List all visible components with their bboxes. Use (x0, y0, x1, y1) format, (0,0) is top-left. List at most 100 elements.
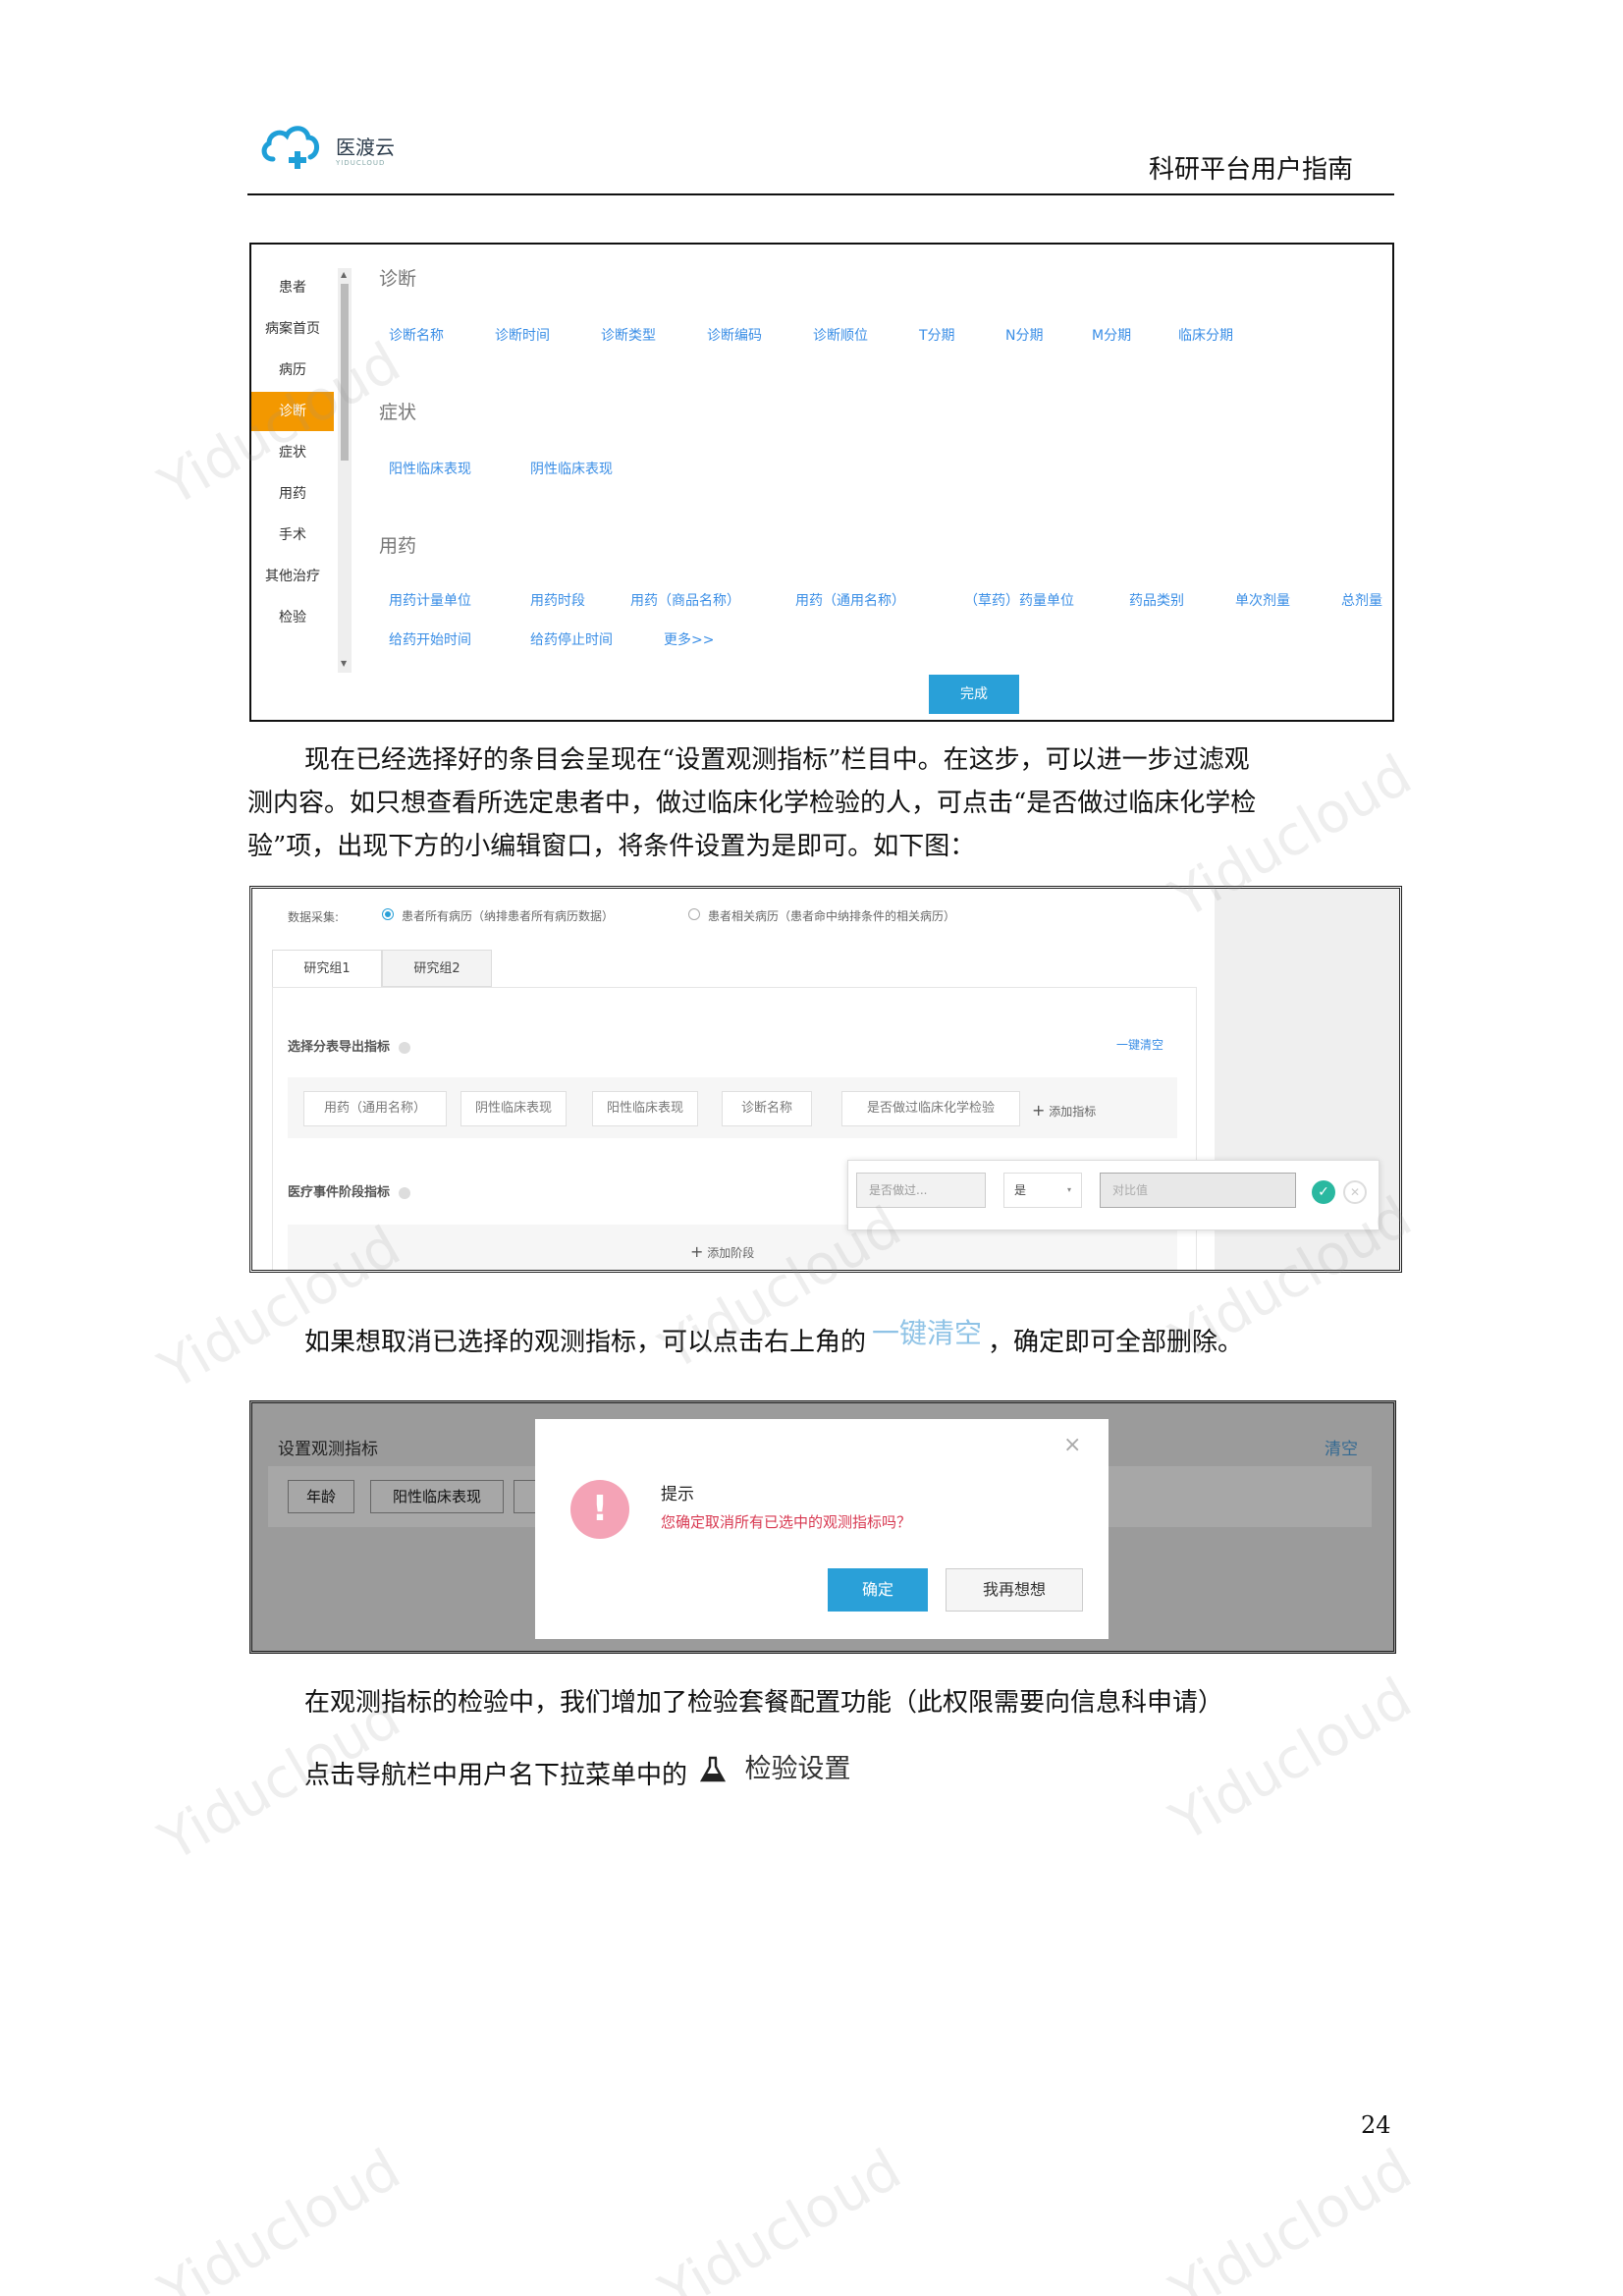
paragraph-line: 在观测指标的检验中，我们增加了检验套餐配置功能（此权限需要向信息科申请） (304, 1688, 1224, 1718)
logo-subtitle: YIDUCLOUD (336, 159, 386, 167)
panel-clear-link[interactable]: 清空 (1325, 1435, 1358, 1459)
link-drug-category[interactable]: 药品类别 (1129, 590, 1184, 610)
chip-med-generic[interactable]: 用药（通用名称） (303, 1091, 447, 1126)
paragraph-text-before: 如果想取消已选择的观测指标，可以点击右上角的 (304, 1328, 867, 1357)
section-title: 医疗事件阶段指标 (288, 1185, 391, 1200)
chip-positive-signs[interactable]: 阳性临床表现 (592, 1091, 698, 1126)
link-admin-stop-time[interactable]: 给药停止时间 (530, 629, 613, 649)
condition-editor-popup: 是否做过... 是 ▾ 对比值 ✓ ✕ (847, 1160, 1380, 1230)
chip-age[interactable]: 年龄 (288, 1480, 354, 1513)
cancel-button[interactable]: 我再想想 (946, 1568, 1083, 1612)
section-title-symptom: 症状 (379, 402, 417, 423)
link-clinical-stage[interactable]: 临床分期 (1178, 325, 1233, 345)
link-med-generic-name[interactable]: 用药（通用名称） (795, 590, 905, 610)
cancel-x-icon[interactable]: ✕ (1343, 1180, 1367, 1204)
link-med-period[interactable]: 用药时段 (530, 590, 585, 610)
document-title: 科研平台用户指南 (1149, 155, 1354, 185)
scrollbar-thumb[interactable] (341, 284, 349, 461)
dialog-message: 您确定取消所有已选中的观测指标吗？ (661, 1513, 912, 1531)
radio-related-records-label: 患者相关病历（患者命中纳排条件的相关病历） (708, 909, 956, 923)
radio-all-records-label: 患者所有病历（纳排患者所有病历数据） (402, 909, 615, 923)
link-diagnosis-time[interactable]: 诊断时间 (495, 325, 550, 345)
data-collection-label: 数据采集: (288, 910, 340, 924)
scroll-up-icon[interactable]: ▲ (341, 270, 347, 279)
sidebar-item-patient[interactable]: 患者 (251, 268, 334, 307)
radio-related-records[interactable] (688, 908, 700, 920)
link-negative-signs[interactable]: 阴性临床表现 (530, 459, 613, 478)
link-t-stage[interactable]: T分期 (919, 325, 955, 345)
sidebar-item-diagnosis[interactable]: 诊断 (251, 392, 334, 431)
add-indicator-button[interactable]: + 添加指标 (1032, 1101, 1096, 1120)
screenshot-indicator-picker: 患者 病案首页 病历 诊断 症状 用药 手术 其他治疗 检验 ▲ ▼ 诊断 诊断… (249, 243, 1394, 722)
link-diagnosis-name[interactable]: 诊断名称 (389, 325, 444, 345)
done-button[interactable]: 完成 (929, 675, 1019, 714)
screenshot-indicator-settings: 数据采集: 患者所有病历（纳排患者所有病历数据） 患者相关病历（患者命中纳排条件… (249, 886, 1402, 1273)
sidebar-item-case-front[interactable]: 病案首页 (251, 309, 334, 349)
help-icon[interactable] (398, 1186, 410, 1199)
tab-group-1[interactable]: 研究组1 (272, 950, 382, 987)
paragraph-line: 验”项，出现下方的小编辑窗口，将条件设置为是即可。如下图： (247, 832, 976, 861)
confirm-check-icon[interactable]: ✓ (1312, 1180, 1335, 1204)
confirm-button[interactable]: 确定 (828, 1568, 928, 1612)
link-diagnosis-order[interactable]: 诊断顺位 (813, 325, 868, 345)
header-rule (247, 193, 1394, 195)
flask-icon (699, 1755, 727, 1798)
section-event-stage: 医疗事件阶段指标 (288, 1181, 410, 1200)
watermark: Yiducloud (1160, 2137, 1423, 2296)
chip-positive-signs[interactable]: 阳性临床表现 (370, 1480, 504, 1513)
editor-field-box[interactable]: 是否做过... (856, 1173, 986, 1208)
radio-all-records[interactable] (382, 908, 394, 920)
link-total-dose[interactable]: 总剂量 (1341, 590, 1382, 610)
paragraph-filter-intro: 现在已经选择好的条目会呈现在“设置观测指标”栏目中。在这步，可以进一步过滤观 测… (247, 738, 1398, 868)
help-icon[interactable] (398, 1041, 410, 1054)
dialog-title: 提示 (661, 1485, 694, 1504)
link-single-dose[interactable]: 单次剂量 (1235, 590, 1290, 610)
watermark: Yiducloud (649, 2137, 912, 2296)
watermark: Yiducloud (148, 2137, 411, 2296)
sidebar-item-symptom[interactable]: 症状 (251, 433, 334, 472)
link-herb-dose-unit[interactable]: （草药）药量单位 (964, 590, 1074, 610)
sidebar-scrollbar[interactable]: ▲ ▼ (338, 268, 352, 673)
sidebar-item-medication[interactable]: 用药 (251, 474, 334, 514)
chip-diagnosis-name[interactable]: 诊断名称 (722, 1091, 812, 1126)
editor-compare-input[interactable]: 对比值 (1100, 1173, 1296, 1208)
paragraph-text-after: ，确定即可全部删除。 (988, 1328, 1244, 1357)
chip-negative-signs[interactable]: 阴性临床表现 (460, 1091, 567, 1126)
plus-icon: + (1032, 1101, 1046, 1120)
link-diagnosis-code[interactable]: 诊断编码 (707, 325, 762, 345)
sidebar-item-record[interactable]: 病历 (251, 351, 334, 390)
link-n-stage[interactable]: N分期 (1005, 325, 1043, 345)
link-admin-start-time[interactable]: 给药开始时间 (389, 629, 471, 649)
link-dose-unit[interactable]: 用药计量单位 (389, 590, 471, 610)
logo-name: 医渡云 (336, 136, 395, 159)
paragraph-line: 测内容。如只想查看所选定患者中，做过临床化学检验的人，可点击“是否做过临床化学检 (247, 789, 1257, 818)
sidebar-item-lab[interactable]: 检验 (251, 598, 334, 637)
plus-icon: + (690, 1242, 704, 1261)
paragraph-clear-all: 如果想取消已选择的观测指标，可以点击右上角的 一键清空 ，确定即可全部删除。 (304, 1317, 1244, 1364)
paragraph-line: 现在已经选择好的条目会呈现在“设置观测指标”栏目中。在这步，可以进一步过滤观 (304, 745, 1250, 775)
link-med-brand-name[interactable]: 用药（商品名称） (630, 590, 740, 610)
sidebar-item-other-therapy[interactable]: 其他治疗 (251, 557, 334, 596)
add-stage-button[interactable]: + 添加阶段 (690, 1242, 754, 1261)
inline-menu-item: 检验设置 (744, 1754, 851, 1784)
category-sidebar: 患者 病案首页 病历 诊断 症状 用药 手术 其他治疗 检验 ▲ ▼ (251, 245, 357, 673)
link-more[interactable]: 更多>> (664, 629, 714, 649)
section-title-diagnosis: 诊断 (379, 268, 417, 290)
section-title-medication: 用药 (379, 535, 417, 557)
tab-group-2[interactable]: 研究组2 (382, 950, 492, 987)
dialog-close-icon[interactable]: × (1063, 1433, 1081, 1457)
sidebar-item-surgery[interactable]: 手术 (251, 516, 334, 555)
paragraph-lab-config: 在观测指标的检验中，我们增加了检验套餐配置功能（此权限需要向信息科申请） 点击导… (304, 1681, 1223, 1798)
link-m-stage[interactable]: M分期 (1092, 325, 1131, 345)
scroll-down-icon[interactable]: ▼ (341, 659, 347, 668)
caret-down-icon: ▾ (1066, 1185, 1071, 1194)
cloud-logo-icon (261, 126, 319, 169)
section-title: 选择分表导出指标 (288, 1040, 391, 1055)
link-positive-signs[interactable]: 阳性临床表现 (389, 459, 471, 478)
section-export-indicators: 选择分表导出指标 (288, 1036, 410, 1055)
editor-value-select[interactable]: 是 ▾ (1003, 1173, 1082, 1208)
panel-title: 设置观测指标 (278, 1440, 378, 1459)
clear-all-link[interactable]: 一键清空 (1116, 1036, 1163, 1053)
chip-clinical-chem-test[interactable]: 是否做过临床化学检验 (841, 1091, 1020, 1126)
link-diagnosis-type[interactable]: 诊断类型 (601, 325, 656, 345)
